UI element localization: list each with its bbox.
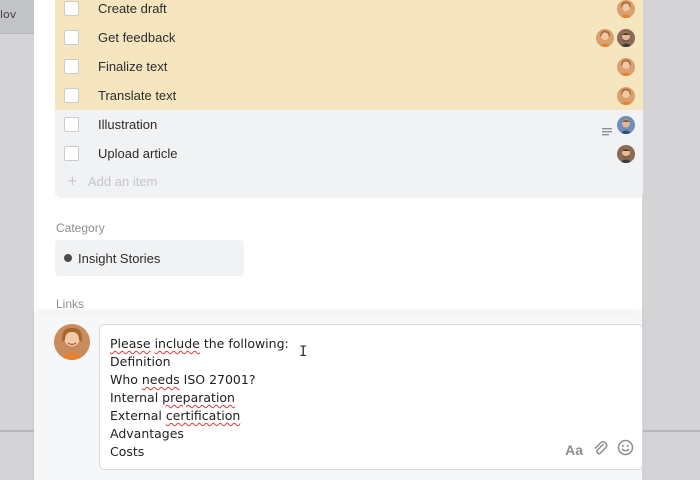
assignee-avatar-icon[interactable] xyxy=(617,115,635,134)
comment-input[interactable]: Please include the following: Definition… xyxy=(99,324,643,470)
checklist-checkbox[interactable] xyxy=(64,30,79,45)
comment-line: Advantages xyxy=(110,426,184,441)
links-heading: Links xyxy=(56,297,85,311)
comment-toolbar: Aa xyxy=(565,439,634,460)
category-selector[interactable]: Insight Stories xyxy=(55,240,244,276)
assignee-avatar-icon[interactable] xyxy=(596,28,614,47)
background-divider xyxy=(642,430,700,432)
assignee-avatar-icon[interactable] xyxy=(617,86,635,105)
assignee-avatar-icon[interactable] xyxy=(617,57,635,76)
checklist-item-label[interactable]: Upload article xyxy=(98,146,617,161)
comment-line: Internal preparation xyxy=(110,390,235,405)
category-value: Insight Stories xyxy=(78,250,161,266)
background-right-panel xyxy=(642,0,700,480)
checklist-item[interactable]: Illustration xyxy=(55,110,643,139)
card-detail-modal: Create draft Get feedback Finalize text xyxy=(34,0,643,480)
category-heading: Category xyxy=(56,221,105,235)
checklist-item-label[interactable]: Create draft xyxy=(98,1,617,16)
comment-line: Costs xyxy=(110,444,145,459)
comment-line-text: Please include the following: xyxy=(110,336,289,351)
assignee-avatar-icon[interactable] xyxy=(617,0,635,18)
comment-composer: Please include the following: Definition… xyxy=(34,313,643,480)
checklist-item-label[interactable]: Illustration xyxy=(98,117,602,132)
category-color-dot xyxy=(64,254,72,262)
comment-line: External certification xyxy=(110,408,241,423)
checklist-item[interactable]: Finalize text xyxy=(55,52,643,81)
background-left-panel: lov xyxy=(0,0,34,480)
checklist-item-label[interactable]: Finalize text xyxy=(98,59,617,74)
background-divider xyxy=(0,430,34,432)
description-lines-icon xyxy=(602,121,612,135)
checklist-item[interactable]: Upload article xyxy=(55,139,643,168)
assignee-avatar-icon[interactable] xyxy=(617,28,635,47)
assignee-avatar-icon[interactable] xyxy=(617,144,635,163)
checklist-checkbox[interactable] xyxy=(64,59,79,74)
background-tab: lov xyxy=(0,0,34,34)
checklist-item[interactable]: Create draft xyxy=(55,0,643,23)
plus-icon: + xyxy=(67,173,78,189)
comment-text[interactable]: Please include the following: Definition… xyxy=(110,335,289,461)
checklist-checkbox[interactable] xyxy=(64,146,79,161)
checklist-checkbox[interactable] xyxy=(64,117,79,132)
checklist-checkbox[interactable] xyxy=(64,88,79,103)
current-user-avatar-icon xyxy=(54,324,90,360)
comment-line: Please include the following: xyxy=(110,335,289,353)
text-cursor-icon: I xyxy=(299,344,308,360)
comment-line: Who needs ISO 27001? xyxy=(110,372,256,387)
checklist-item-label[interactable]: Get feedback xyxy=(98,30,596,45)
add-checklist-item-button[interactable]: + Add an item xyxy=(55,168,157,194)
checklist-item[interactable]: Get feedback xyxy=(55,23,643,52)
comment-line: Definition xyxy=(110,354,171,369)
checklist-checkbox[interactable] xyxy=(64,1,79,16)
emoji-icon[interactable] xyxy=(617,439,634,460)
text-format-button[interactable]: Aa xyxy=(565,442,583,458)
add-item-label: Add an item xyxy=(88,173,158,189)
checklist-item[interactable]: Translate text xyxy=(55,81,643,110)
attachment-icon[interactable] xyxy=(592,440,608,460)
checklist: Create draft Get feedback Finalize text xyxy=(55,0,643,198)
checklist-item-label[interactable]: Translate text xyxy=(98,88,617,103)
